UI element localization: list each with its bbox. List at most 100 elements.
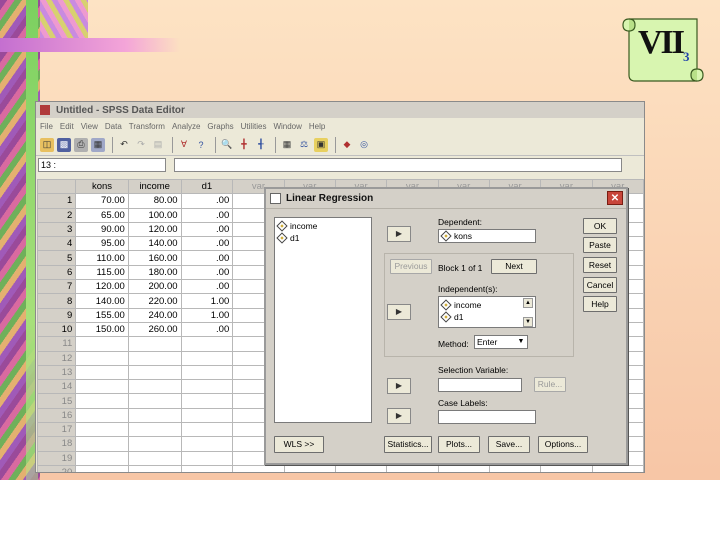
data-cell[interactable] — [127, 379, 182, 395]
independent-variable-list[interactable]: income d1 ▲ ▼ — [438, 296, 536, 328]
menu-transform[interactable]: Transform — [129, 122, 165, 131]
data-cell[interactable] — [180, 364, 234, 381]
insert-variable-icon[interactable]: ╉ — [254, 138, 268, 152]
data-cell[interactable]: 1.00 — [180, 307, 234, 323]
data-cell[interactable]: 100.00 — [127, 207, 182, 223]
row-number[interactable]: 18 — [36, 436, 77, 452]
data-cell[interactable] — [75, 407, 129, 424]
row-number[interactable]: 16 — [36, 407, 77, 424]
menu-utilities[interactable]: Utilities — [241, 122, 267, 131]
ok-button[interactable]: OK — [583, 218, 617, 234]
row-number[interactable]: 14 — [36, 379, 77, 395]
data-cell[interactable]: 155.00 — [75, 307, 129, 323]
data-cell[interactable] — [180, 464, 234, 472]
data-cell[interactable]: .00 — [180, 250, 234, 266]
row-number[interactable]: 4 — [36, 236, 77, 252]
data-cell[interactable]: 260.00 — [127, 321, 182, 338]
data-cell[interactable] — [232, 464, 285, 472]
scroll-down-icon[interactable]: ▼ — [523, 317, 533, 327]
data-cell[interactable] — [437, 464, 490, 472]
data-cell[interactable]: 115.00 — [75, 264, 129, 281]
data-cell[interactable]: .00 — [180, 321, 234, 338]
undo-icon[interactable]: ↶ — [117, 138, 131, 152]
data-cell[interactable] — [540, 464, 593, 472]
data-cell[interactable] — [127, 364, 182, 381]
value-labels-icon[interactable]: ◆ — [340, 138, 354, 152]
list-item[interactable]: income — [439, 299, 535, 311]
data-cell[interactable] — [180, 350, 234, 366]
menu-graphs[interactable]: Graphs — [207, 122, 233, 131]
data-cell[interactable]: .00 — [180, 207, 234, 223]
data-cell[interactable]: .00 — [180, 236, 234, 252]
data-cell[interactable] — [180, 450, 234, 466]
data-cell[interactable] — [180, 336, 234, 352]
data-cell[interactable] — [127, 464, 182, 472]
list-item[interactable]: d1 — [439, 311, 535, 323]
data-cell[interactable]: .00 — [180, 221, 234, 238]
data-cell[interactable] — [180, 407, 234, 424]
data-cell[interactable] — [180, 436, 234, 452]
row-number[interactable]: 19 — [36, 450, 77, 466]
list-item[interactable]: d1 — [275, 232, 371, 244]
goto-case-icon[interactable]: ∀ — [177, 138, 191, 152]
data-cell[interactable] — [127, 422, 182, 438]
move-to-independent-button[interactable]: ▶ — [387, 304, 411, 320]
goto-chart-icon[interactable]: ▤ — [151, 138, 165, 152]
row-number[interactable]: 3 — [36, 221, 77, 238]
data-cell[interactable]: 200.00 — [127, 279, 182, 295]
select-cases-icon[interactable]: ▣ — [314, 137, 328, 152]
column-header[interactable]: kons — [75, 178, 129, 195]
cancel-button[interactable]: Cancel — [583, 277, 617, 293]
data-cell[interactable] — [334, 464, 388, 472]
case-labels-field[interactable] — [438, 410, 536, 424]
data-cell[interactable] — [75, 393, 129, 409]
data-cell[interactable] — [75, 379, 129, 395]
split-file-icon[interactable]: ▦ — [280, 138, 294, 152]
data-cell[interactable]: 150.00 — [75, 321, 129, 338]
data-cell[interactable] — [127, 336, 182, 352]
redo-icon[interactable]: ↷ — [134, 138, 148, 152]
rule-button[interactable]: Rule... — [534, 377, 566, 392]
dialog-recall-icon[interactable]: ▦ — [91, 137, 105, 152]
data-cell[interactable]: 65.00 — [75, 207, 129, 223]
data-cell[interactable]: .00 — [180, 279, 234, 295]
find-icon[interactable]: 🔍 — [220, 138, 234, 152]
data-cell[interactable]: 140.00 — [75, 293, 129, 309]
data-cell[interactable]: 80.00 — [127, 193, 182, 209]
use-sets-icon[interactable]: ◎ — [357, 138, 371, 152]
row-number[interactable]: 12 — [36, 350, 77, 366]
open-icon[interactable]: ◫ — [40, 137, 54, 152]
data-cell[interactable]: 240.00 — [127, 307, 182, 323]
row-number[interactable]: 10 — [36, 321, 77, 338]
row-number[interactable]: 6 — [36, 264, 77, 281]
data-cell[interactable] — [180, 379, 234, 395]
data-cell[interactable] — [75, 450, 129, 466]
data-cell[interactable] — [75, 350, 129, 366]
cell-value-field[interactable] — [174, 158, 622, 172]
print-icon[interactable]: ⎙ — [74, 137, 88, 152]
source-variable-list[interactable]: income d1 — [274, 217, 372, 423]
plots-button[interactable]: Plots... — [438, 436, 480, 453]
move-to-dependent-button[interactable]: ▶ — [387, 226, 411, 242]
row-number[interactable]: 5 — [36, 250, 77, 266]
dependent-field[interactable]: kons — [438, 229, 536, 243]
data-cell[interactable]: 120.00 — [127, 221, 182, 238]
data-cell[interactable]: 180.00 — [127, 264, 182, 281]
weight-cases-icon[interactable]: ⚖ — [297, 138, 311, 152]
data-cell[interactable] — [180, 422, 234, 438]
data-cell[interactable] — [127, 436, 182, 452]
paste-button[interactable]: Paste — [583, 237, 617, 253]
selection-variable-field[interactable] — [438, 378, 522, 392]
insert-case-icon[interactable]: ╋ — [237, 138, 251, 152]
help-button[interactable]: Help — [583, 296, 617, 312]
data-cell[interactable] — [75, 422, 129, 438]
data-cell[interactable]: 110.00 — [75, 250, 129, 266]
data-cell[interactable] — [386, 464, 439, 472]
method-select[interactable]: Enter ▼ — [474, 335, 528, 349]
data-cell[interactable]: 95.00 — [75, 236, 129, 252]
data-cell[interactable] — [127, 407, 182, 424]
menu-help[interactable]: Help — [309, 122, 325, 131]
variables-icon[interactable]: ? — [194, 138, 208, 152]
data-cell[interactable]: 140.00 — [127, 236, 182, 252]
cell-reference-field[interactable]: 13 : — [38, 158, 166, 172]
